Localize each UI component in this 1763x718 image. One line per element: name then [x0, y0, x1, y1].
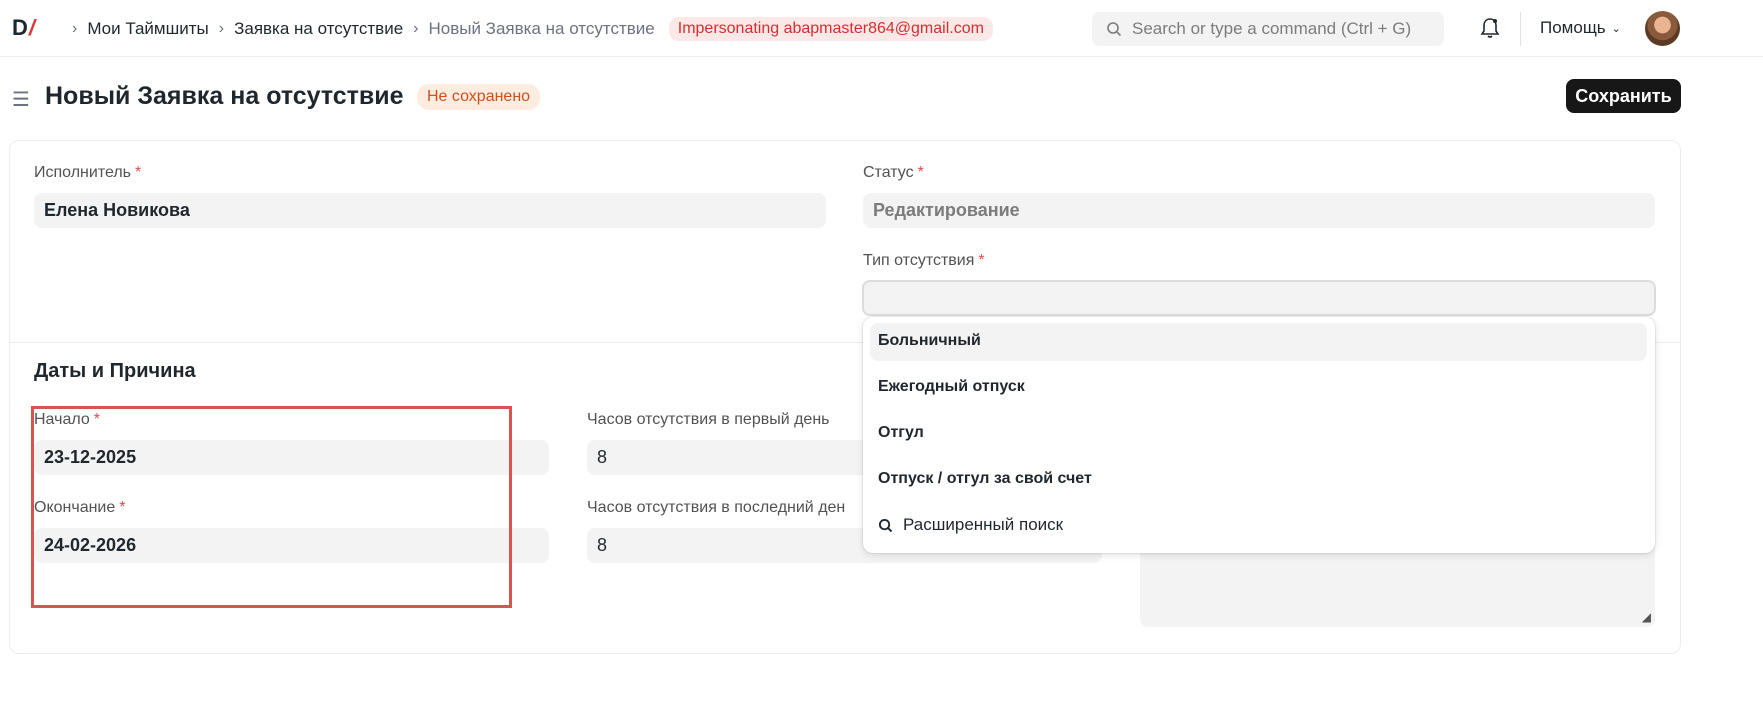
- absence-type-label: Тип отсутствия *: [863, 252, 985, 269]
- dropdown-option-annual-leave[interactable]: Ежегодный отпуск: [870, 369, 1647, 407]
- status-field: Редактирование: [863, 193, 1655, 228]
- help-dropdown[interactable]: Помощь ⌄: [1540, 18, 1621, 38]
- page-head: ☰ Новый Заявка на отсутствие Не сохранен…: [0, 77, 1763, 117]
- dropdown-option-day-off[interactable]: Отгул: [870, 415, 1647, 453]
- chevron-right-icon: ›: [72, 20, 78, 37]
- required-mark: *: [93, 411, 100, 428]
- required-mark: *: [135, 164, 142, 181]
- start-date-label: Начало *: [34, 411, 100, 428]
- logo-slash: /: [28, 15, 35, 40]
- search-placeholder: Search or type a command (Ctrl + G): [1132, 19, 1412, 38]
- status-label: Статус *: [863, 164, 924, 181]
- hamburger-menu-icon[interactable]: ☰: [12, 87, 30, 112]
- advanced-search-link[interactable]: Расширенный поиск: [878, 515, 1063, 535]
- search-icon: [878, 518, 893, 532]
- navbar: D/ › Мои Таймшиты › Заявка на отсутствие…: [0, 0, 1763, 57]
- chevron-down-icon: ⌄: [1611, 22, 1621, 35]
- first-day-hours-label: Часов отсутствия в первый день: [587, 411, 830, 428]
- dropdown-option-sick-leave[interactable]: Больничный: [870, 323, 1647, 361]
- app-logo[interactable]: D/: [12, 15, 35, 41]
- status-badge: Не сохранено: [417, 84, 541, 110]
- absence-type-input[interactable]: [862, 280, 1656, 316]
- avatar[interactable]: [1645, 11, 1680, 46]
- breadcrumb: › Мои Таймшиты › Заявка на отсутствие › …: [62, 17, 993, 41]
- help-label: Помощь: [1540, 18, 1606, 37]
- page-title: Новый Заявка на отсутствие: [45, 82, 404, 110]
- breadcrumb-current: Новый Заявка на отсутствие: [428, 19, 655, 38]
- end-date-label: Окончание *: [34, 499, 126, 516]
- section-title: Даты и Причина: [34, 360, 196, 382]
- resize-handle-icon[interactable]: ◢: [1642, 610, 1651, 624]
- search-icon: [1107, 22, 1122, 37]
- breadcrumb-timesheets[interactable]: Мои Таймшиты: [87, 19, 208, 39]
- required-mark: *: [978, 252, 985, 269]
- required-mark: *: [119, 499, 126, 516]
- required-mark: *: [917, 164, 924, 181]
- advanced-search-label: Расширенный поиск: [903, 515, 1064, 534]
- executor-label: Исполнитель *: [34, 164, 142, 181]
- logo-letter: D: [12, 15, 28, 40]
- impersonating-badge[interactable]: Impersonating abapmaster864@gmail.com: [668, 17, 993, 41]
- start-date-field[interactable]: 23-12-2025: [34, 440, 549, 475]
- notification-bell-icon[interactable]: [1480, 17, 1500, 44]
- absence-type-dropdown: Больничный Ежегодный отпуск Отгул Отпуск…: [863, 317, 1655, 553]
- save-button[interactable]: Сохранить: [1566, 79, 1681, 113]
- search-input[interactable]: Search or type a command (Ctrl + G): [1092, 12, 1444, 46]
- breadcrumb-absence-request[interactable]: Заявка на отсутствие: [234, 19, 403, 39]
- last-day-hours-label: Часов отсутствия в последний ден: [587, 499, 846, 516]
- chevron-right-icon: ›: [413, 20, 419, 37]
- dropdown-option-unpaid-leave[interactable]: Отпуск / отгул за свой счет: [870, 461, 1647, 499]
- chevron-right-icon: ›: [218, 20, 225, 37]
- executor-field[interactable]: Елена Новикова: [34, 193, 826, 228]
- navbar-divider: [1520, 12, 1521, 46]
- end-date-field[interactable]: 24-02-2026: [34, 528, 549, 563]
